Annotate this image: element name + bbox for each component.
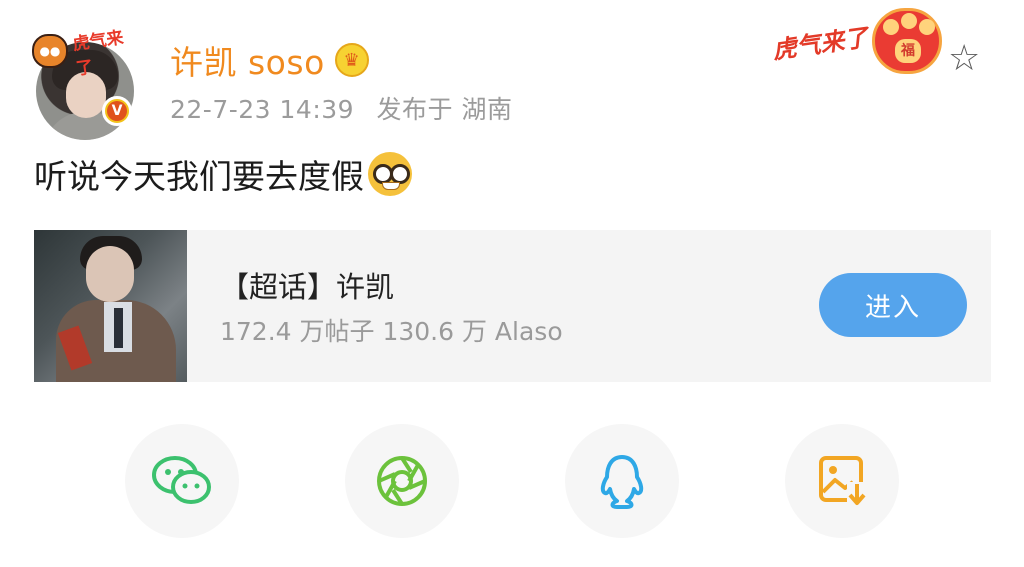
topic-info: 【超话】许凯 172.4 万帖子 130.6 万 Alaso — [220, 264, 563, 348]
post-text: 听说今天我们要去度假 — [34, 157, 364, 196]
username-text[interactable]: 许凯 soso — [170, 36, 325, 84]
share-qq-button[interactable] — [565, 424, 679, 538]
post-author[interactable]: 许凯 soso ♛ — [170, 36, 369, 84]
avatar-frame-text: 虎气来了 — [71, 27, 125, 80]
moments-icon — [377, 456, 427, 506]
topic-stats: 172.4 万帖子 130.6 万 Alaso — [220, 317, 563, 346]
crown-icon: ♛ — [334, 43, 369, 77]
verified-badge-icon: V — [102, 96, 132, 126]
qq-icon — [600, 455, 644, 509]
enter-topic-button[interactable]: 进入 — [819, 273, 967, 337]
share-bar — [0, 424, 1024, 538]
tiger-icon: ●● — [32, 34, 68, 68]
post-location: 发布于 湖南 — [376, 95, 513, 124]
post-date: 22-7-23 14:39 — [170, 95, 355, 124]
decoration-text: 虎气来了 — [770, 22, 870, 65]
share-wechat-button[interactable] — [125, 424, 239, 538]
favorite-star-icon[interactable]: ☆ — [948, 38, 980, 79]
post-meta: 22-7-23 14:39 发布于 湖南 — [170, 90, 526, 126]
tiger-year-decoration: 虎气来了 福 — [770, 8, 942, 74]
share-moments-button[interactable] — [345, 424, 459, 538]
post-content: 听说今天我们要去度假 — [34, 150, 412, 198]
save-image-icon — [819, 456, 866, 506]
topic-title: 【超话】许凯 — [220, 270, 395, 304]
topic-thumbnail — [34, 230, 187, 382]
tiger-year-avatar-frame: ●● 虎气来了 — [32, 28, 128, 80]
nerd-face-emoji-icon — [368, 152, 412, 196]
super-topic-card[interactable]: 【超话】许凯 172.4 万帖子 130.6 万 Alaso 进入 — [34, 230, 991, 382]
paw-icon: 福 — [872, 8, 942, 74]
save-image-button[interactable] — [785, 424, 899, 538]
wechat-icon — [152, 456, 211, 504]
